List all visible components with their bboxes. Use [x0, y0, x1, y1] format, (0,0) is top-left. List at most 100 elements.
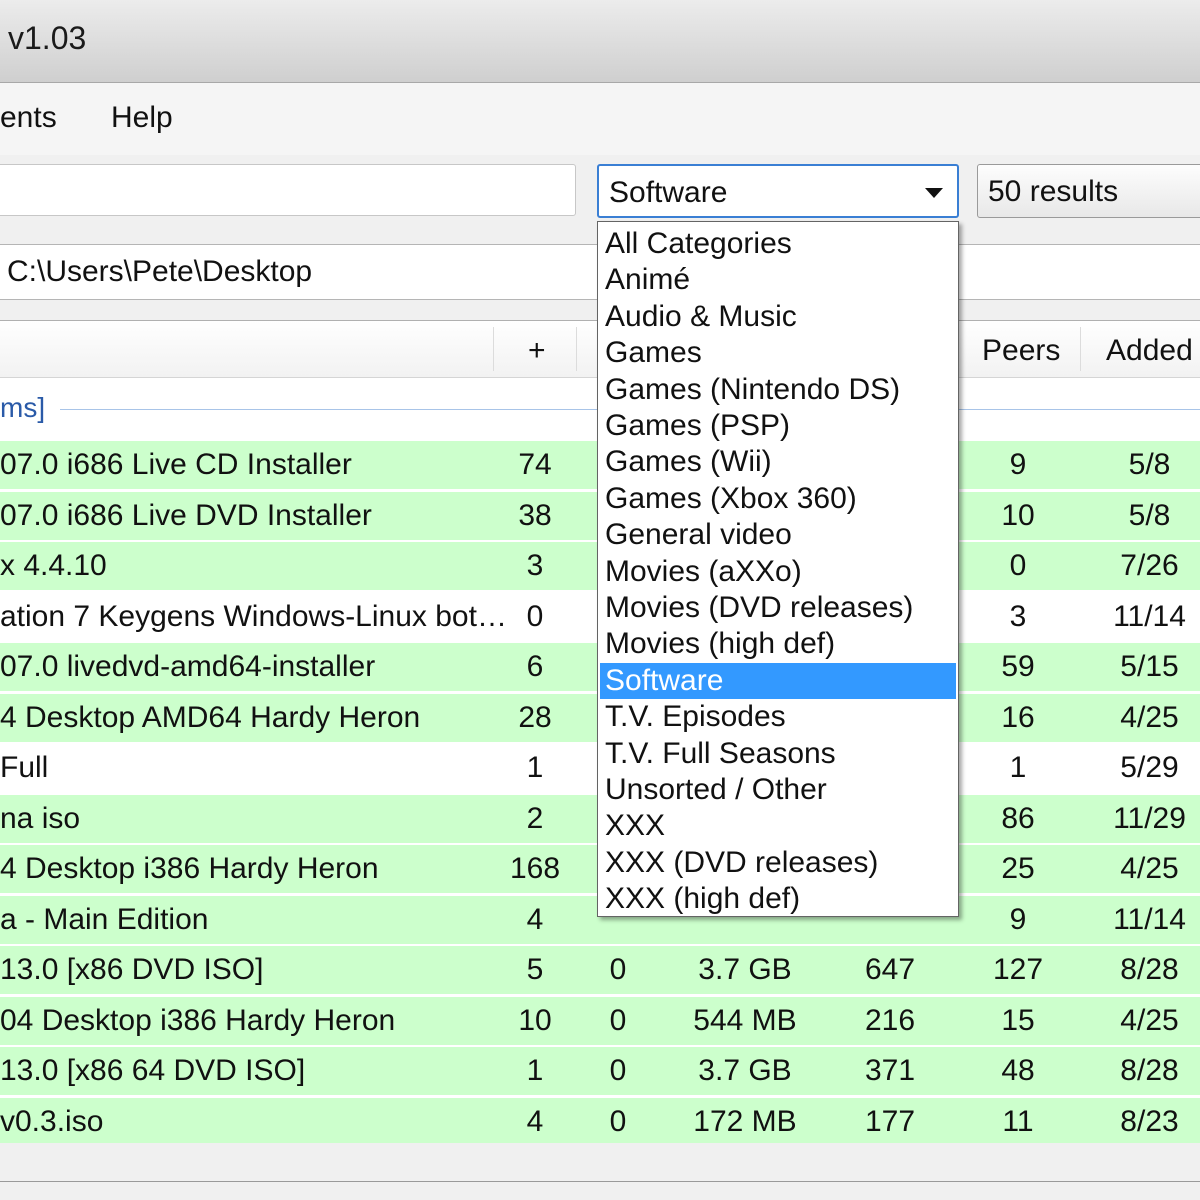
column-separator	[493, 327, 494, 371]
cell-seeds: 216	[864, 1003, 916, 1037]
column-header-added[interactable]: Added	[1106, 321, 1193, 377]
menu-bar: ents Help	[0, 83, 1200, 155]
cell-name: 07.0 i686 Live CD Installer	[0, 448, 352, 481]
cell-plus: 6	[526, 650, 544, 683]
dropdown-option[interactable]: Movies (DVD releases)	[600, 590, 956, 626]
cell-minus: 0	[609, 1054, 627, 1087]
column-separator	[1080, 327, 1081, 371]
cell-plus: 10	[518, 1003, 552, 1037]
cell-added: 5/8	[1128, 448, 1171, 481]
cell-size: 3.7 GB	[698, 1054, 792, 1087]
column-separator	[576, 327, 577, 371]
cell-plus: 74	[518, 448, 552, 481]
cell-added: 5/29	[1120, 751, 1179, 784]
cell-name: 13.0 [x86 64 DVD ISO]	[0, 1054, 306, 1087]
dropdown-option[interactable]: XXX	[600, 808, 956, 844]
cell-added: 5/15	[1120, 650, 1179, 683]
cell-size: 544 MB	[693, 1003, 797, 1037]
cell-name: a - Main Edition	[0, 902, 209, 936]
cell-peers: 9	[1009, 448, 1027, 481]
cell-name: Full	[0, 751, 49, 784]
cell-peers: 9	[1009, 902, 1027, 936]
cell-minus: 0	[609, 953, 627, 986]
cell-minus: 0	[609, 1104, 627, 1138]
cell-peers: 25	[1001, 852, 1035, 885]
dropdown-option[interactable]: Games (Nintendo DS)	[600, 372, 956, 408]
cell-plus: 4	[526, 1104, 544, 1138]
table-row[interactable]: v0.3.iso 4 0 172 MB 177 11 8/23	[0, 1097, 1200, 1146]
status-bar	[0, 1143, 1200, 1200]
category-dropdown-list: All Categories Animé Audio & Music Games Gam…	[597, 221, 959, 917]
dropdown-option[interactable]: T.V. Episodes	[600, 699, 956, 735]
column-header-plus[interactable]: +	[528, 321, 546, 377]
status-divider	[0, 1181, 1200, 1182]
cell-name: 04 Desktop i386 Hardy Heron	[0, 1003, 396, 1037]
dropdown-option[interactable]: Movies (high def)	[600, 626, 956, 662]
cell-plus: 38	[518, 498, 552, 532]
cell-plus: 3	[526, 549, 544, 582]
cell-name: x 4.4.10	[0, 549, 107, 582]
dropdown-option[interactable]: Animé	[600, 262, 956, 298]
cell-name: 07.0 livedvd-amd64-installer	[0, 650, 376, 683]
cell-plus: 5	[526, 953, 544, 986]
dropdown-option[interactable]: T.V. Full Seasons	[600, 736, 956, 772]
dropdown-option[interactable]: XXX (DVD releases)	[600, 845, 956, 881]
menu-help[interactable]: Help	[111, 101, 173, 135]
cell-plus: 168	[509, 852, 561, 885]
table-row[interactable]: 04 Desktop i386 Hardy Heron 10 0 544 MB 216 1…	[0, 996, 1200, 1045]
cell-added: 11/29	[1113, 801, 1186, 835]
cell-name: na iso	[0, 801, 81, 835]
group-label: ms]	[0, 392, 54, 424]
cell-plus: 1	[526, 751, 544, 784]
dropdown-option[interactable]: Software	[600, 662, 956, 699]
dropdown-option[interactable]: Games	[600, 335, 956, 371]
dropdown-option[interactable]: Games (Wii)	[600, 444, 956, 480]
table-row[interactable]: 13.0 [x86 DVD ISO] 5 0 3.7 GB 647 127 8/28	[0, 946, 1200, 994]
cell-added: 11/14	[1113, 599, 1186, 633]
title-bar: v1.03	[0, 0, 1200, 83]
cell-seeds: 647	[864, 953, 916, 986]
cell-name: ation 7 Keygens Windows-Linux bot…	[0, 599, 507, 633]
cell-added: 7/26	[1120, 549, 1179, 582]
cell-peers: 15	[1001, 1003, 1035, 1037]
results-count-select[interactable]: 50 results	[977, 164, 1200, 218]
dropdown-option[interactable]: Games (PSP)	[600, 408, 956, 444]
dropdown-option[interactable]: All Categories	[600, 226, 956, 262]
cell-peers: 86	[1001, 801, 1035, 835]
dropdown-option[interactable]: General video	[600, 517, 956, 553]
cell-peers: 16	[1001, 700, 1035, 734]
category-select-value: Software	[609, 176, 728, 209]
cell-name: 4 Desktop i386 Hardy Heron	[0, 852, 379, 885]
cell-size: 3.7 GB	[698, 953, 792, 986]
download-path-value: C:\Users\Pete\Desktop	[7, 255, 313, 288]
cell-plus: 2	[526, 801, 544, 835]
cell-plus: 1	[526, 1054, 544, 1087]
table-row[interactable]: 13.0 [x86 64 DVD ISO] 1 0 3.7 GB 371 48 8/28	[0, 1047, 1200, 1095]
window-title: v1.03	[8, 20, 87, 56]
dropdown-option[interactable]: Unsorted / Other	[600, 772, 956, 808]
dropdown-option[interactable]: Movies (aXXo)	[600, 554, 956, 590]
search-input[interactable]	[0, 164, 576, 216]
category-select[interactable]: Software	[597, 164, 959, 218]
dropdown-option[interactable]: Audio & Music	[600, 299, 956, 335]
cell-peers: 48	[1001, 1054, 1035, 1087]
column-header-peers[interactable]: Peers	[982, 321, 1060, 377]
cell-peers: 127	[992, 953, 1044, 986]
cell-peers: 1	[1009, 751, 1027, 784]
cell-added: 5/8	[1128, 498, 1171, 532]
cell-added: 4/25	[1120, 1003, 1179, 1037]
cell-added: 8/23	[1120, 1104, 1179, 1138]
cell-plus: 0	[526, 599, 544, 633]
cell-plus: 28	[518, 700, 552, 734]
cell-name: 07.0 i686 Live DVD Installer	[0, 498, 372, 532]
cell-peers: 59	[1001, 650, 1035, 683]
cell-added: 4/25	[1120, 700, 1179, 734]
dropdown-option[interactable]: Games (Xbox 360)	[600, 481, 956, 517]
dropdown-option[interactable]: XXX (high def)	[600, 881, 956, 917]
cell-peers: 10	[1001, 498, 1035, 532]
cell-plus: 4	[526, 902, 544, 936]
cell-name: 4 Desktop AMD64 Hardy Heron	[0, 700, 421, 734]
menu-torrents[interactable]: ents	[0, 101, 57, 135]
cell-seeds: 177	[864, 1104, 916, 1138]
cell-added: 8/28	[1120, 953, 1179, 986]
